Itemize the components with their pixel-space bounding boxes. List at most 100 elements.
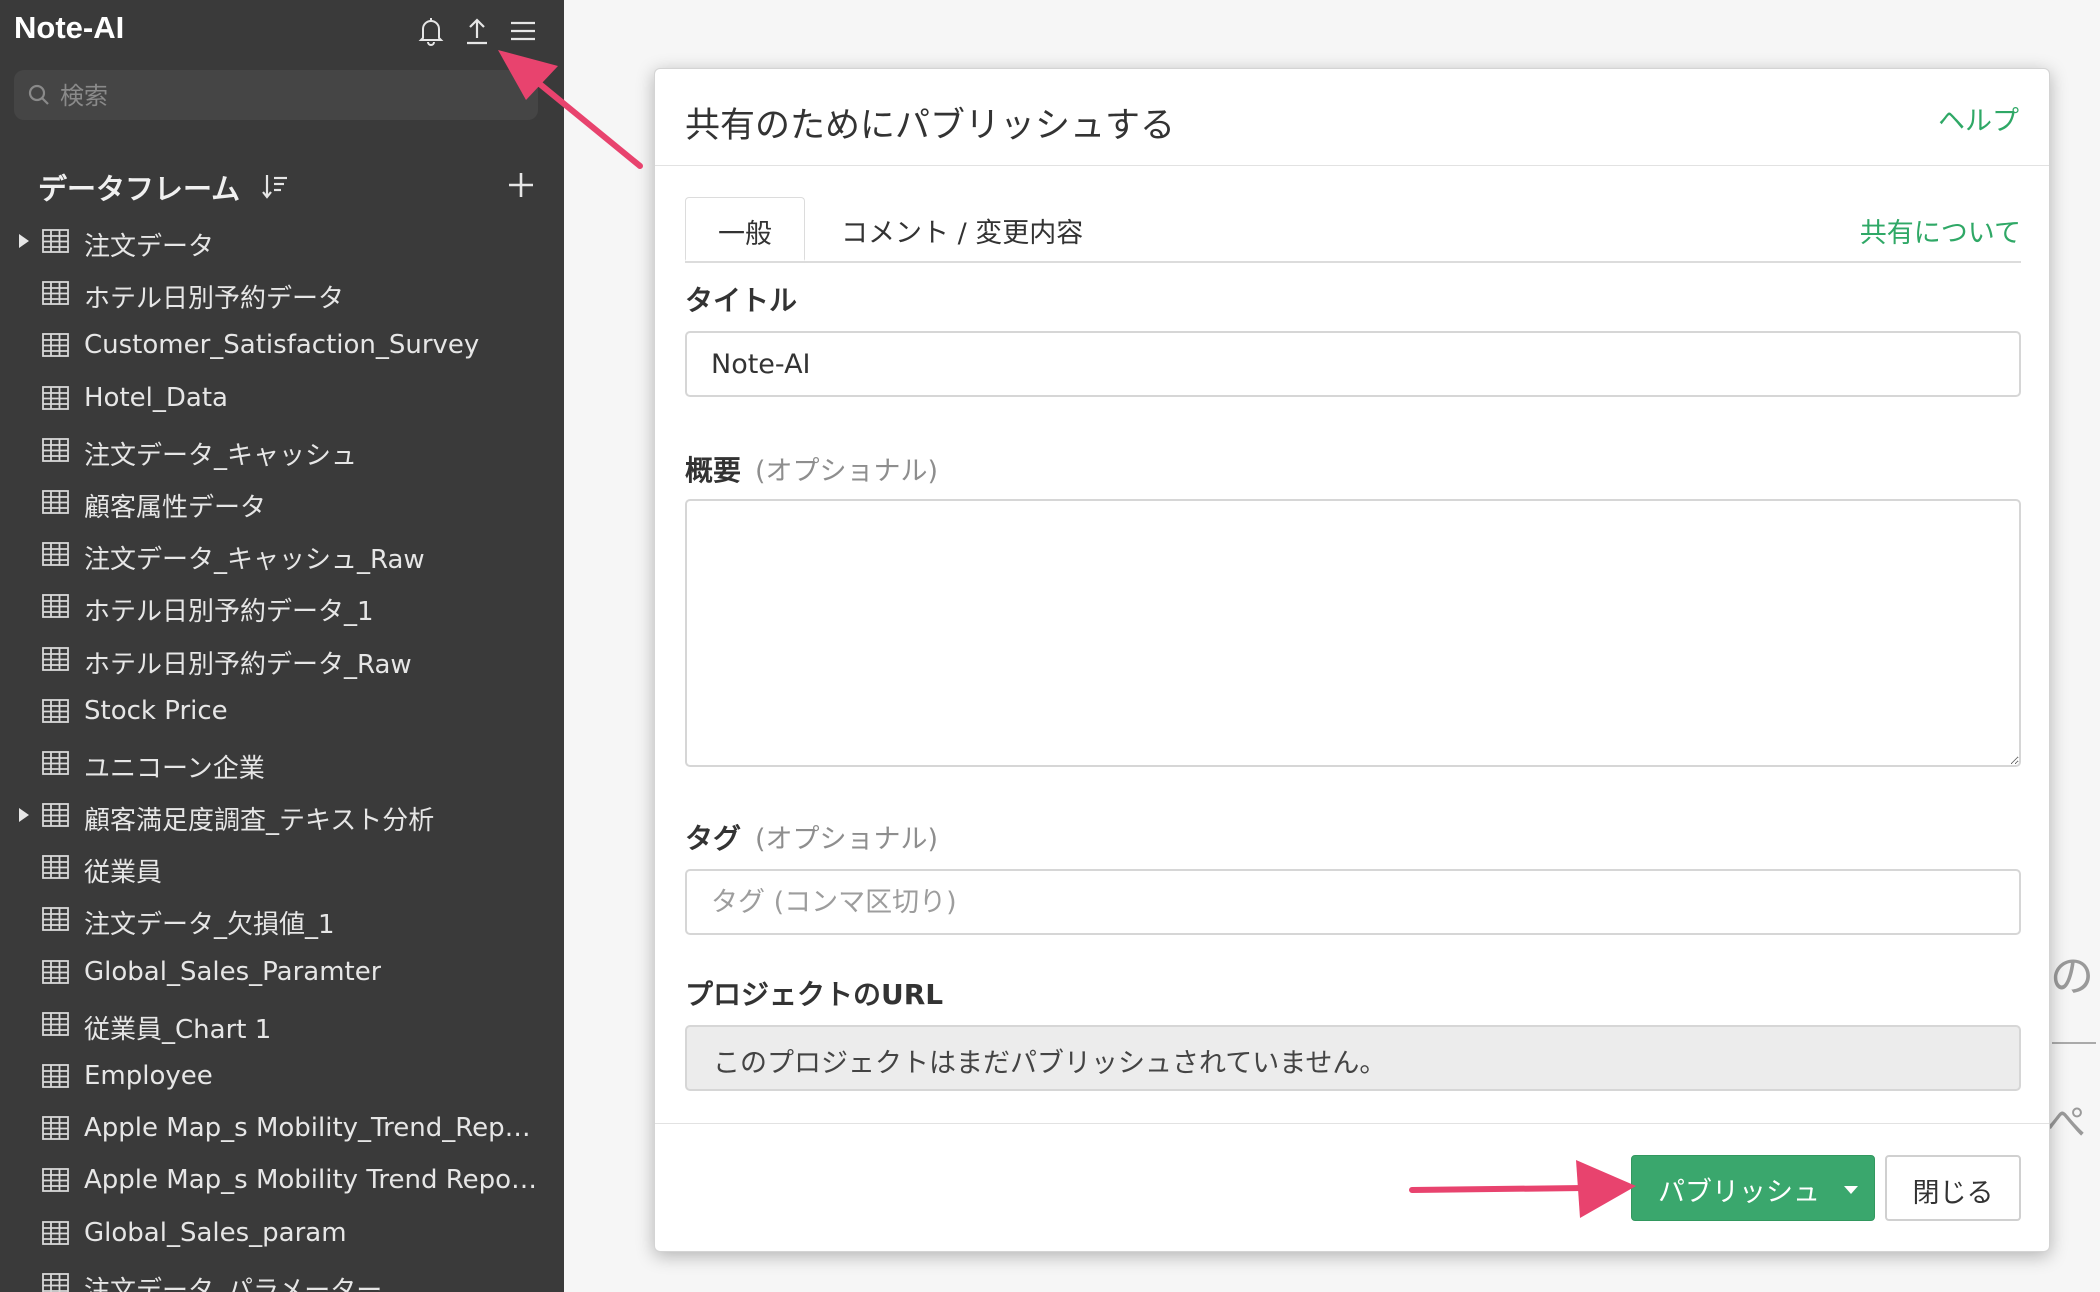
background-text: ぺ [2046, 1100, 2086, 1146]
dataframe-item-label: ユニコーン企業 [84, 753, 265, 784]
dataframe-item[interactable]: Employee [0, 1051, 564, 1103]
dataframe-item-label: 従業員 [84, 858, 163, 889]
dataframe-item-label: Apple Map_s Mobility_Trend_Report… [84, 1113, 540, 1144]
dataframe-item[interactable]: Stock Price [0, 686, 564, 738]
dataframe-item-label: 注文データ [84, 232, 215, 262]
tags-optional-hint: (オプショナル) [755, 824, 939, 855]
dataframe-item-label: ホテル日別予約データ_Raw [84, 649, 412, 680]
table-icon [42, 1272, 69, 1292]
dataframe-item[interactable]: 従業員 [0, 842, 564, 894]
dataframe-item[interactable]: Customer_Satisfaction_Survey [0, 320, 564, 372]
tags-label-text: タグ [685, 822, 742, 855]
dataframe-item[interactable]: ホテル日別予約データ [0, 268, 564, 320]
dropdown-caret-icon[interactable] [1844, 1186, 1858, 1194]
dataframe-item[interactable]: Apple Map_s Mobility_Trend_Report… [0, 1103, 564, 1155]
table-icon [42, 1011, 69, 1036]
sort-icon[interactable] [260, 170, 292, 202]
expand-caret-icon[interactable] [18, 807, 30, 823]
project-url-label: プロジェクトのURL [685, 978, 944, 1011]
table-icon [42, 1064, 69, 1088]
search-icon [26, 82, 52, 108]
table-icon [42, 646, 69, 671]
dataframe-item-label: 注文データ_キャッシュ_Raw [84, 545, 425, 576]
dataframe-item-label: ホテル日別予約データ [84, 284, 345, 315]
dataframe-item-label: 注文データ_キャッシュ [84, 440, 358, 471]
table-icon [42, 542, 69, 567]
table-icon [42, 594, 69, 619]
search-input[interactable] [58, 70, 522, 122]
summary-textarea[interactable] [685, 499, 2021, 767]
about-sharing-link[interactable]: 共有について [1860, 211, 2021, 250]
summary-label: 概要 (オプショナル) [685, 449, 938, 489]
tags-label: タグ (オプショナル) [685, 817, 938, 857]
dataframe-item[interactable]: 注文データ [0, 216, 564, 268]
dialog-header-divider [655, 165, 2049, 166]
table-icon [42, 907, 69, 932]
table-icon [42, 855, 69, 880]
annotation-arrow-icon [1409, 1160, 1636, 1218]
dataframe-item[interactable]: ユニコーン企業 [0, 738, 564, 790]
dataframe-item-label: Employee [84, 1061, 213, 1091]
close-button[interactable]: 閉じる [1885, 1155, 2021, 1221]
dataframe-item[interactable]: Global_Sales_param [0, 1208, 564, 1260]
dataframe-item-label: Apple Map_s Mobility Trend Report … [84, 1165, 540, 1196]
background-divider [2052, 1042, 2096, 1044]
title-label: タイトル [685, 284, 798, 317]
project-url-field: このプロジェクトはまだパブリッシュされていません。 [685, 1025, 2021, 1091]
dataframe-item-label: 従業員_Chart 1 [84, 1014, 272, 1045]
dataframe-item[interactable]: ホテル日別予約データ_1 [0, 581, 564, 633]
table-icon [42, 803, 69, 827]
table-icon [42, 1168, 69, 1193]
dataframe-item[interactable]: Apple Map_s Mobility Trend Report … [0, 1155, 564, 1207]
table-icon [42, 229, 69, 253]
background-text: の [2050, 951, 2094, 1002]
bell-icon[interactable] [414, 14, 448, 48]
app-title: Note-AI [14, 10, 125, 45]
dataframe-item-label: Hotel_Data [84, 382, 228, 413]
dataframe-item[interactable]: Hotel_Data [0, 373, 564, 425]
publish-button-label: パブリッシュ [1658, 1177, 1820, 1208]
publish-button[interactable]: パブリッシュ [1631, 1155, 1875, 1221]
table-icon [42, 281, 69, 306]
table-icon [42, 1220, 69, 1245]
dataframe-item-label: 顧客満足度調査_テキスト分析 [84, 806, 435, 837]
dataframe-item-label: ホテル日別予約データ_1 [84, 597, 374, 628]
dataframe-list: 注文データホテル日別予約データ Customer_Satisfaction_Sur… [0, 216, 564, 1292]
search-box [14, 70, 538, 122]
dataframe-item[interactable]: 顧客属性データ [0, 477, 564, 529]
dataframe-item[interactable]: Global_Sales_Paramter [0, 947, 564, 999]
dataframe-item-label: 顧客属性データ [84, 492, 267, 523]
help-link[interactable]: ヘルプ [1938, 99, 2019, 138]
dataframe-item-label: Customer_Satisfaction_Survey [84, 330, 480, 361]
tab-comments-changes[interactable]: コメント / 変更内容 [841, 197, 1083, 261]
tags-input[interactable] [685, 869, 2021, 935]
dataframe-item-label: Global_Sales_param [84, 1217, 347, 1248]
table-icon [42, 698, 69, 723]
dataframe-item[interactable]: ホテル日別予約データ_Raw [0, 634, 564, 686]
dialog-footer-divider [655, 1123, 2049, 1124]
table-icon [42, 750, 69, 775]
annotation-arrow-icon [498, 50, 643, 169]
dataframe-item[interactable]: 注文データ_欠損値_1 [0, 894, 564, 946]
summary-label-text: 概要 [685, 454, 742, 487]
publish-dialog: 共有のためにパブリッシュする ヘルプ 一般 コメント / 変更内容 共有について… [654, 68, 2050, 1252]
dataframe-item[interactable]: 顧客満足度調査_テキスト分析 [0, 790, 564, 842]
expand-caret-icon[interactable] [18, 233, 30, 249]
sidebar: Note-AI 検索 データフレーム 注文データ ホテル日別予約データ Cust… [0, 0, 564, 1292]
tab-general[interactable]: 一般 [685, 197, 805, 261]
table-icon [42, 959, 69, 984]
dataframe-item-label: Stock Price [84, 695, 228, 726]
table-icon [42, 1116, 69, 1141]
dataframes-header: データフレーム [38, 164, 538, 208]
dataframe-item[interactable]: 従業員_Chart 1 [0, 999, 564, 1051]
dataframe-item[interactable]: 注文データ_キャッシュ_Raw [0, 529, 564, 581]
dataframes-title: データフレーム [38, 172, 241, 206]
table-icon [42, 490, 69, 514]
dataframe-item-label: Global_Sales_Paramter [84, 956, 382, 987]
dataframe-item[interactable]: 注文データ_パラメーター [0, 1260, 564, 1292]
table-icon [42, 385, 69, 410]
title-input[interactable] [685, 331, 2021, 397]
dialog-tabs: 一般 コメント / 変更内容 共有について [685, 197, 2021, 263]
dataframe-item-label: 注文データ_欠損値_1 [84, 910, 335, 941]
dataframe-item[interactable]: 注文データ_キャッシュ [0, 425, 564, 477]
